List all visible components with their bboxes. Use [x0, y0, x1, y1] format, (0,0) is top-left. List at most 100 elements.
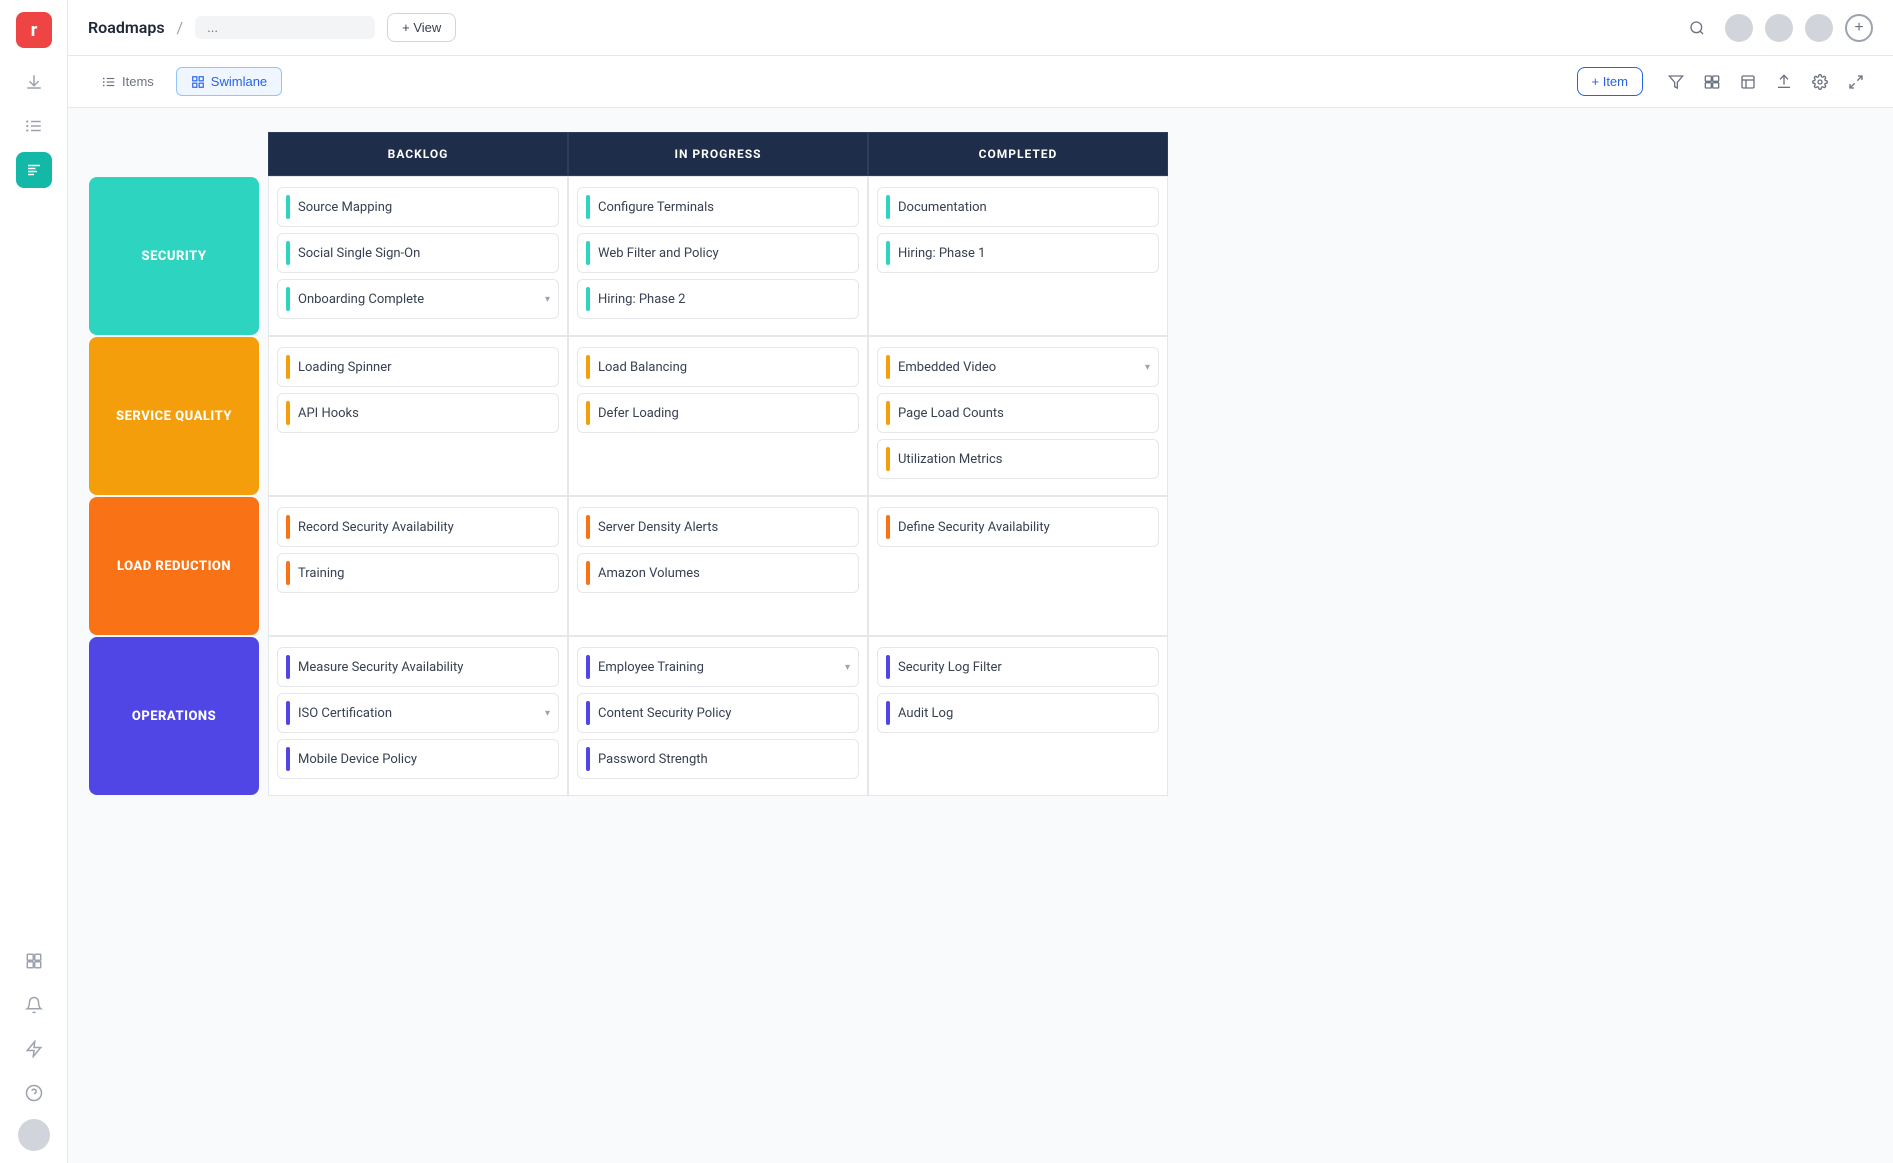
group-button[interactable]	[1695, 65, 1729, 99]
cell-service_quality-in_progress: Load Balancing Defer Loading	[568, 336, 868, 496]
layout-button[interactable]	[1731, 65, 1765, 99]
main-content: Roadmaps / + View + Items Swimlane + Ite…	[68, 0, 1893, 1163]
user-avatar-1	[1725, 14, 1753, 42]
card-item-s-b-1[interactable]: Source Mapping	[277, 187, 559, 227]
expand-button[interactable]	[1839, 65, 1873, 99]
card-dot	[286, 355, 290, 379]
export-button[interactable]	[1767, 65, 1801, 99]
card-label: Load Balancing	[598, 360, 850, 375]
card-dot	[586, 515, 590, 539]
card-item-s-ip-1[interactable]: Configure Terminals	[577, 187, 859, 227]
card-item-op-b-3[interactable]: Mobile Device Policy	[277, 739, 559, 779]
card-item-lr-b-2[interactable]: Training	[277, 553, 559, 593]
card-chevron-icon: ▾	[545, 708, 550, 719]
card-dot	[286, 701, 290, 725]
board: BACKLOGIN PROGRESSCOMPLETEDSECURITYSourc…	[268, 132, 1869, 796]
sidebar-item-help[interactable]	[16, 1075, 52, 1111]
card-item-op-ip-1[interactable]: Employee Training ▾	[577, 647, 859, 687]
card-label: Defer Loading	[598, 406, 850, 421]
breadcrumb-input[interactable]	[195, 16, 375, 39]
sidebar-item-person[interactable]	[16, 943, 52, 979]
card-dot	[886, 447, 890, 471]
tab-items[interactable]: Items	[88, 68, 168, 95]
card-item-s-ip-3[interactable]: Hiring: Phase 2	[577, 279, 859, 319]
card-item-op-c-1[interactable]: Security Log Filter	[877, 647, 1159, 687]
card-chevron-icon: ▾	[1145, 362, 1150, 373]
card-dot	[886, 241, 890, 265]
sidebar-item-bell[interactable]	[16, 987, 52, 1023]
add-user-button[interactable]: +	[1845, 14, 1873, 42]
cell-security-completed: Documentation Hiring: Phase 1	[868, 176, 1168, 336]
card-item-sq-ip-1[interactable]: Load Balancing	[577, 347, 859, 387]
card-item-s-c-2[interactable]: Hiring: Phase 1	[877, 233, 1159, 273]
card-item-s-b-3[interactable]: Onboarding Complete▾	[277, 279, 559, 319]
card-dot	[586, 747, 590, 771]
card-dot	[286, 241, 290, 265]
card-item-sq-c-1[interactable]: Embedded Video ▾	[877, 347, 1159, 387]
card-item-op-ip-3[interactable]: Password Strength	[577, 739, 859, 779]
card-item-lr-ip-1[interactable]: Server Density Alerts	[577, 507, 859, 547]
card-dot	[286, 287, 290, 311]
add-item-button[interactable]: + Item	[1577, 67, 1644, 96]
card-dot	[586, 701, 590, 725]
settings-button[interactable]	[1803, 65, 1837, 99]
tab-swimlane[interactable]: Swimlane	[176, 67, 282, 96]
cell-load_reduction-completed: Define Security Availability	[868, 496, 1168, 636]
card-label: Employee Training	[598, 660, 837, 675]
card-item-sq-b-2[interactable]: API Hooks	[277, 393, 559, 433]
filter-button[interactable]	[1659, 65, 1693, 99]
card-label: Content Security Policy	[598, 706, 850, 721]
card-label: Audit Log	[898, 706, 1150, 721]
card-chevron-icon: ▾	[845, 662, 850, 673]
lane-label-security: SECURITY	[89, 177, 259, 335]
sidebar-item-list[interactable]	[16, 108, 52, 144]
card-dot	[286, 195, 290, 219]
card-item-lr-ip-2[interactable]: Amazon Volumes	[577, 553, 859, 593]
card-item-sq-c-2[interactable]: Page Load Counts	[877, 393, 1159, 433]
card-label: Utilization Metrics	[898, 452, 1150, 467]
card-item-op-b-2[interactable]: ISO Certification▾	[277, 693, 559, 733]
board-container: BACKLOGIN PROGRESSCOMPLETEDSECURITYSourc…	[68, 108, 1893, 1163]
cell-service_quality-completed: Embedded Video ▾ Page Load Counts Utilizati…	[868, 336, 1168, 496]
card-item-op-ip-2[interactable]: Content Security Policy	[577, 693, 859, 733]
app-logo[interactable]: r	[16, 12, 52, 48]
card-dot	[886, 195, 890, 219]
card-item-sq-ip-2[interactable]: Defer Loading	[577, 393, 859, 433]
card-dot	[886, 515, 890, 539]
card-label: Configure Terminals	[598, 200, 850, 215]
card-label: Source Mapping	[298, 200, 550, 215]
card-label: Measure Security Availability	[298, 660, 550, 675]
sidebar-item-lightning[interactable]	[16, 1031, 52, 1067]
card-dot	[586, 195, 590, 219]
card-item-lr-c-1[interactable]: Define Security Availability	[877, 507, 1159, 547]
card-item-s-b-2[interactable]: Social Single Sign-On	[277, 233, 559, 273]
cell-operations-in_progress: Employee Training ▾ Content Security Polic…	[568, 636, 868, 796]
search-button[interactable]	[1681, 12, 1713, 44]
sidebar-item-roadmap[interactable]	[16, 152, 52, 188]
card-item-s-c-1[interactable]: Documentation	[877, 187, 1159, 227]
toolbar: Items Swimlane + Item	[68, 56, 1893, 108]
add-view-button[interactable]: + View	[387, 13, 456, 42]
user-avatar-3	[1805, 14, 1833, 42]
card-dot	[586, 241, 590, 265]
card-item-op-b-1[interactable]: Measure Security Availability	[277, 647, 559, 687]
card-item-s-ip-2[interactable]: Web Filter and Policy	[577, 233, 859, 273]
card-label: Embedded Video	[898, 360, 1137, 375]
card-label: Security Log Filter	[898, 660, 1150, 675]
card-dot	[286, 655, 290, 679]
breadcrumb-separator: /	[177, 18, 184, 37]
card-dot	[286, 515, 290, 539]
sidebar-item-download[interactable]	[16, 64, 52, 100]
sidebar-user-avatar[interactable]	[18, 1119, 50, 1151]
cell-security-backlog: SECURITYSource MappingSocial Single Sign…	[268, 176, 568, 336]
lane-label-load_reduction: LOAD REDUCTION	[89, 497, 259, 635]
card-label: Password Strength	[598, 752, 850, 767]
card-item-op-c-2[interactable]: Audit Log	[877, 693, 1159, 733]
card-item-sq-c-3[interactable]: Utilization Metrics	[877, 439, 1159, 479]
card-item-sq-b-1[interactable]: Loading Spinner	[277, 347, 559, 387]
col-header-completed: COMPLETED	[868, 132, 1168, 176]
card-chevron-icon: ▾	[545, 294, 550, 305]
col-header-in_progress: IN PROGRESS	[568, 132, 868, 176]
card-item-lr-b-1[interactable]: Record Security Availability	[277, 507, 559, 547]
card-label: Hiring: Phase 1	[898, 246, 1150, 261]
